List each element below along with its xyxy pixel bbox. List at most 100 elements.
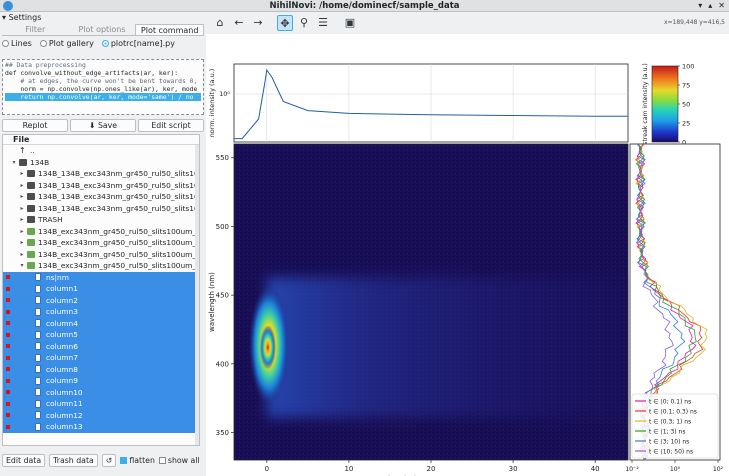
- code-line-2: def convolve_without_edge_artifacts(ar, …: [5, 69, 179, 77]
- selection-marker: [6, 378, 10, 383]
- chevron-right-icon[interactable]: ▸: [18, 214, 26, 226]
- colorbar-label: streak cam intensity (a.u.): [642, 63, 649, 145]
- chevron-right-icon[interactable]: ▸: [18, 203, 26, 215]
- edit-data-button[interactable]: Edit data: [2, 453, 46, 467]
- window-titlebar: NihilNovi: /home/dominecf/sample_data ▾ …: [0, 0, 729, 12]
- selection-marker: [6, 424, 10, 429]
- file-tree-column-row[interactable]: column9: [3, 375, 199, 387]
- file-tree-label: 134B_134B_exc343nm_gr450_rul50_slits100u…: [38, 169, 199, 178]
- radio-gallery-label: Plot gallery: [48, 38, 94, 48]
- trash-data-button[interactable]: Trash data: [49, 453, 98, 467]
- radio-plot-gallery[interactable]: Plot gallery: [39, 38, 94, 48]
- file-tree-label: column12: [46, 410, 83, 420]
- file-tree-folder-row[interactable]: ▾ 134B_exc343nm_gr450_rul50_slits100um_50…: [3, 260, 199, 272]
- zoom-icon[interactable]: ⚲: [296, 15, 312, 31]
- tab-filter[interactable]: Filter: [2, 24, 69, 35]
- file-tree-folder-row[interactable]: ▸ 134B_exc343nm_gr450_rul50_slits100um_50…: [3, 237, 199, 249]
- file-tree-label: 134B_exc343nm_gr450_rul50_slits100um_50u…: [38, 226, 199, 236]
- file-tree-folder-row[interactable]: ▾ 134B: [3, 157, 199, 169]
- file-tree-column-row[interactable]: column12: [3, 409, 199, 421]
- file-tree-label: column11: [46, 399, 83, 408]
- radio-lines-label: Lines: [11, 38, 32, 48]
- save-button[interactable]: ⬇ Save: [70, 119, 136, 132]
- plot-mode-radios: Lines Plot gallery plotrc[name].py: [2, 37, 175, 49]
- file-icon: [35, 388, 41, 396]
- file-icon: [35, 330, 41, 339]
- file-tree-column-row[interactable]: column5: [3, 329, 199, 341]
- show-all-checkbox[interactable]: show all: [158, 456, 200, 465]
- file-tree-column-row[interactable]: column13: [3, 421, 199, 433]
- file-tree-column-row[interactable]: ns|nm: [3, 271, 199, 283]
- file-tree-folder-row[interactable]: ▸ 134B_134B_exc343nm_gr450_rul50_slits100…: [3, 203, 199, 215]
- file-tree-column-row[interactable]: column1: [3, 283, 199, 295]
- file-tree-folder-row[interactable]: ↑..: [3, 145, 199, 157]
- close-icon[interactable]: ✕: [718, 1, 725, 10]
- file-tree-folder-row[interactable]: ▸ 134B_exc343nm_gr450_rul50_slits100um_50…: [3, 226, 199, 238]
- selection-marker: [6, 298, 10, 302]
- save-label: Save: [97, 121, 118, 130]
- file-tree-label: column9: [46, 376, 78, 385]
- file-tree-column-row[interactable]: column11: [3, 398, 199, 410]
- pan-icon[interactable]: ✥: [277, 15, 293, 31]
- folder-icon: [27, 181, 35, 189]
- file-tree-column-row[interactable]: column3: [3, 306, 199, 318]
- chevron-down-icon[interactable]: ▾: [18, 260, 26, 272]
- maximize-icon[interactable]: ▴: [708, 1, 712, 10]
- file-tree-folder-row[interactable]: ▸ 134B_exc343nm_gr450_rul50_slits100um_50…: [3, 249, 199, 261]
- tab-plot-options[interactable]: Plot options: [69, 24, 136, 35]
- folder-icon: [27, 170, 35, 177]
- minimize-icon[interactable]: ▾: [698, 1, 702, 10]
- plot-command-editor[interactable]: ## Data preprocessing def convolve_witho…: [2, 59, 204, 115]
- file-tree[interactable]: File ↑.. ▾ 134B ▸ 134B_134B_exc343nm_gr450_r…: [2, 134, 200, 446]
- refresh-button[interactable]: ↺: [101, 453, 117, 467]
- file-tree-header[interactable]: File: [3, 135, 199, 145]
- save-figure-icon[interactable]: ▣: [342, 15, 358, 31]
- plot-toolbar: ⌂ ← → ✥ ⚲ ☰ ▣: [206, 12, 729, 34]
- left-panel: ▾ Settings Filter Plot options Plot comm…: [0, 12, 206, 476]
- forward-icon[interactable]: →: [250, 15, 266, 31]
- file-tree-column-row[interactable]: column10: [3, 386, 199, 398]
- chevron-right-icon[interactable]: ▸: [18, 249, 26, 261]
- file-tree-column-row[interactable]: column7: [3, 352, 199, 364]
- file-tree-folder-row[interactable]: ▸ 134B_134B_exc343nm_gr450_rul50_slits100…: [3, 180, 199, 192]
- file-tree-label: ..: [30, 146, 35, 155]
- file-tree-label: column13: [46, 422, 83, 431]
- legend-label: t ∈ ⟨3; 10) ns: [649, 439, 689, 446]
- file-tree-folder-row[interactable]: ▸ TRASH: [3, 214, 199, 226]
- file-tree-label: column7: [46, 353, 78, 362]
- heatmap-xtick-label: 20: [427, 465, 436, 473]
- replot-button[interactable]: Replot: [2, 119, 68, 132]
- radio-lines[interactable]: Lines: [2, 39, 32, 48]
- chevron-right-icon[interactable]: ▸: [18, 180, 26, 192]
- home-icon[interactable]: ⌂: [212, 15, 228, 31]
- file-tree-label: ns|nm: [46, 272, 69, 282]
- radio-plotrc[interactable]: plotrc[name].py: [101, 39, 175, 48]
- file-tree-column-row[interactable]: column4: [3, 317, 199, 329]
- file-tree-column-row[interactable]: column8: [3, 363, 199, 375]
- chevron-down-icon[interactable]: ▾: [10, 157, 18, 169]
- file-tree-label: 134B_134B_exc343nm_gr450_rul50_slits100u…: [38, 180, 199, 190]
- file-icon: [35, 422, 41, 431]
- folder-icon: [27, 216, 35, 223]
- configure-icon[interactable]: ☰: [315, 15, 331, 31]
- chevron-right-icon[interactable]: ▸: [18, 226, 26, 238]
- flatten-checkbox[interactable]: flatten: [120, 456, 155, 465]
- file-tree-folder-row[interactable]: ▸ 134B_134B_exc343nm_gr450_rul50_slits100…: [3, 191, 199, 203]
- file-tree-column-row[interactable]: column6: [3, 340, 199, 352]
- chevron-right-icon[interactable]: ▸: [18, 191, 26, 203]
- chevron-right-icon[interactable]: ▸: [18, 237, 26, 249]
- file-tree-label: column1: [46, 284, 78, 293]
- file-tree-column-row[interactable]: column2: [3, 294, 199, 306]
- file-tree-folder-row[interactable]: ▸ 134B_134B_exc343nm_gr450_rul50_slits100…: [3, 168, 199, 180]
- edit-script-button[interactable]: Edit script: [138, 119, 204, 132]
- figure-canvas[interactable]: 010203040350400450500550time (ns)wavelen…: [206, 34, 729, 476]
- folder-icon: [27, 262, 35, 269]
- chevron-right-icon[interactable]: ▸: [18, 168, 26, 180]
- heatmap-ylabel: wavelength (nm): [208, 272, 216, 332]
- tab-plot-command[interactable]: Plot command: [135, 24, 205, 35]
- heatmap-emission-tail: [266, 277, 628, 418]
- file-tree-scrollbar[interactable]: [195, 145, 199, 445]
- settings-header[interactable]: ▾ Settings: [2, 13, 41, 22]
- back-icon[interactable]: ←: [231, 15, 247, 31]
- file-tree-label: 134B_exc343nm_gr450_rul50_slits100um_50u…: [38, 238, 199, 247]
